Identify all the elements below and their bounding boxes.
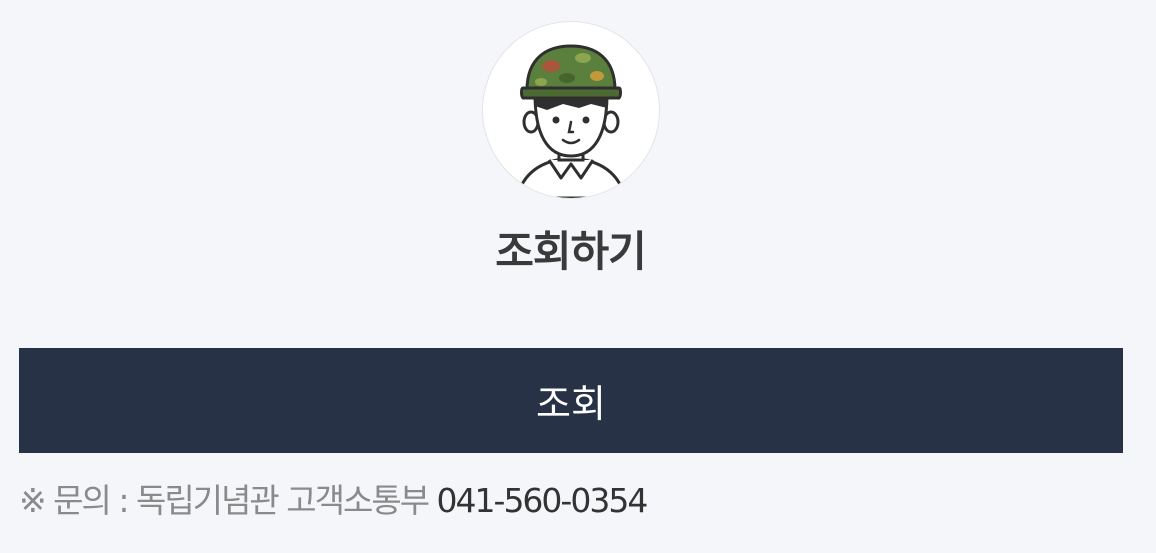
page-title: 조회하기 [495, 227, 647, 276]
lookup-button[interactable]: 조회 [19, 348, 1123, 453]
contact-note: ※ 문의 : 독립기념관 고객소통부 041-560-0354 [19, 474, 649, 522]
contact-phone: 041-560-0354 [436, 481, 649, 520]
soldier-avatar-icon [482, 21, 660, 199]
lookup-page: 조회하기 조회 ※ 문의 : 독립기념관 고객소통부 041-560-0354 [0, 0, 1156, 553]
lookup-button-label: 조회 [536, 382, 606, 426]
contact-prefix: ※ 문의 : 독립기념관 고객소통부 [19, 481, 437, 520]
